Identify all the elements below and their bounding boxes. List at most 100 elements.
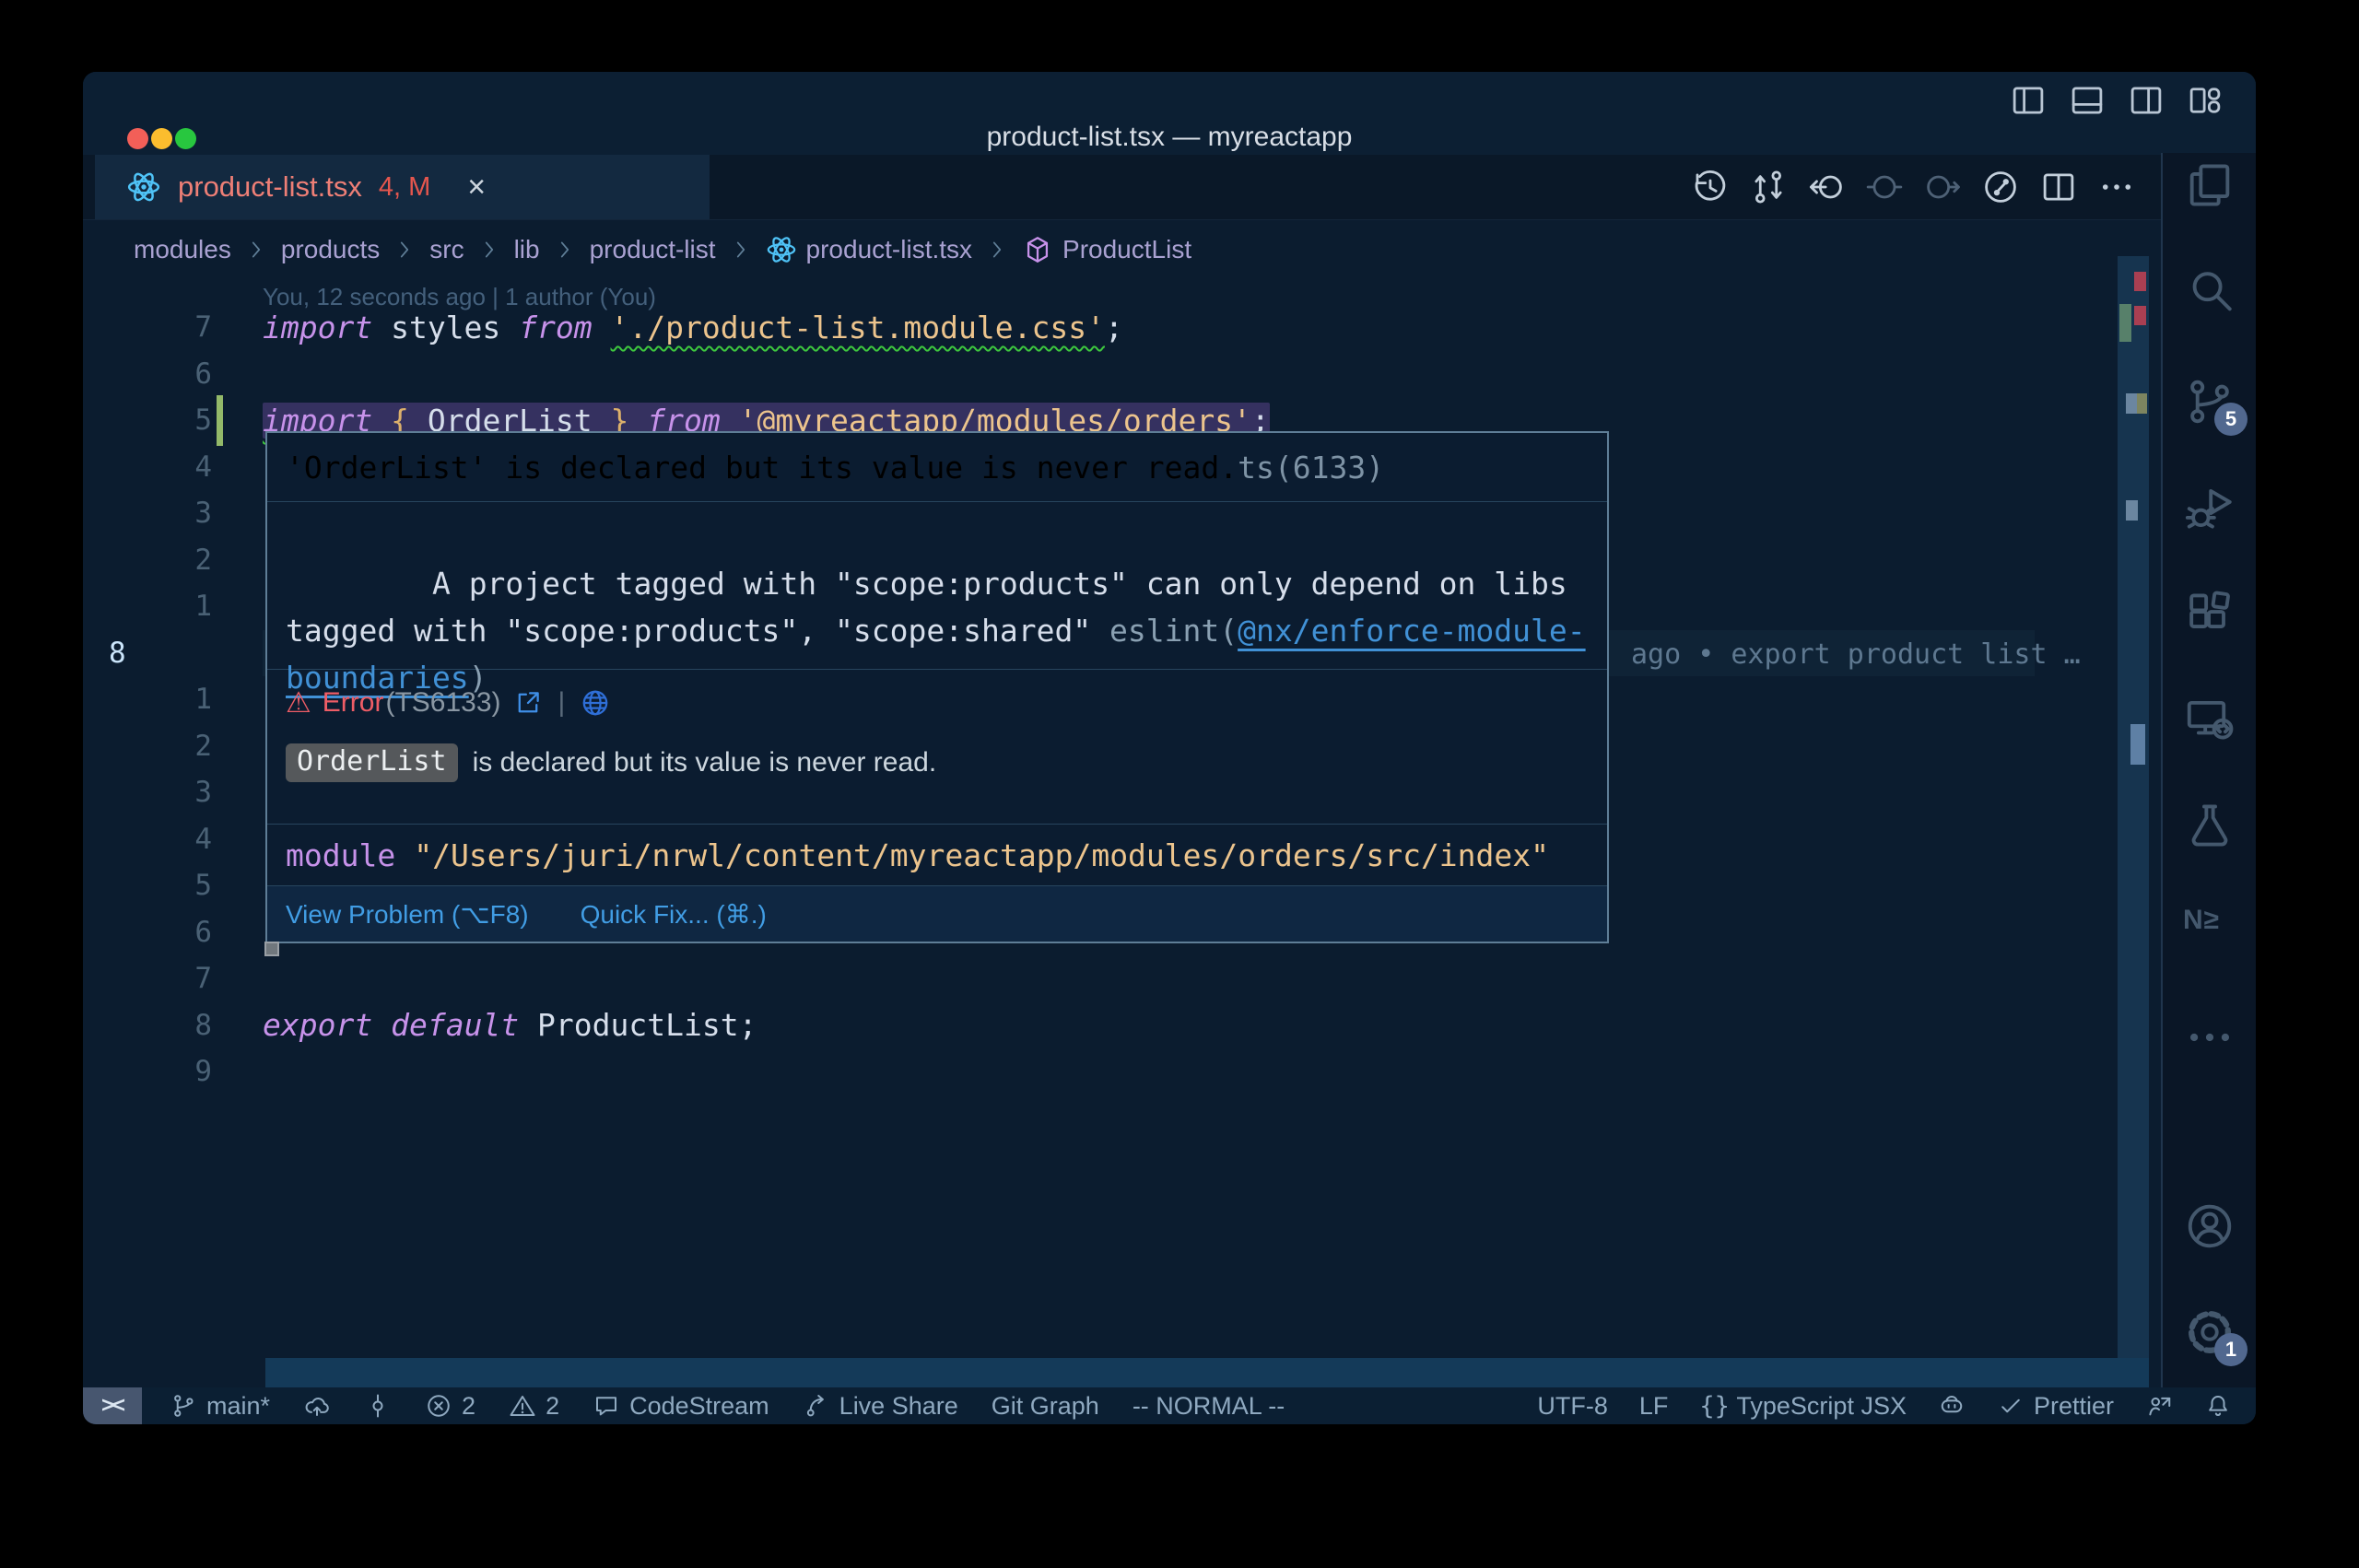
status-item-git-commit[interactable]	[364, 1392, 392, 1420]
status-item-label: Live Share	[839, 1392, 958, 1421]
warning-icon	[509, 1392, 536, 1420]
status-item-normal[interactable]: -- NORMAL --	[1133, 1392, 1285, 1421]
compare-changes-icon[interactable]	[1749, 168, 1788, 206]
extensions-icon[interactable]	[2183, 587, 2236, 640]
breadcrumb-item-products[interactable]: products	[281, 235, 380, 264]
line-number: 2	[83, 544, 212, 577]
status-item-copilot[interactable]	[1938, 1392, 1966, 1420]
next-change-icon[interactable]	[1923, 168, 1962, 206]
code-text: export default ProductList;	[263, 1007, 757, 1043]
status-item-codestream[interactable]: CodeStream	[593, 1392, 769, 1421]
window-title: product-list.tsx — myreactapp	[83, 122, 2256, 153]
react-icon	[126, 170, 161, 205]
overview-ruler[interactable]	[2118, 256, 2149, 1378]
search-icon[interactable]	[2183, 264, 2236, 318]
tab-bar: product-list.tsx 4, M ×	[83, 155, 2256, 220]
breadcrumb-item-product-list[interactable]: product-list	[590, 235, 716, 264]
code-token: import	[263, 310, 372, 345]
close-icon[interactable]: ×	[467, 171, 486, 203]
codestream-icon	[593, 1392, 620, 1420]
code-token	[372, 1007, 391, 1043]
gutter-modified-indicator	[217, 395, 223, 446]
status-item-utf-8[interactable]: UTF-8	[1537, 1392, 1608, 1421]
code-line[interactable]: 7	[83, 955, 2256, 1002]
code-token: './product-list.module.css'	[611, 310, 1105, 345]
breadcrumb-item-src[interactable]: src	[429, 235, 464, 264]
customize-layout-icon[interactable]	[2186, 81, 2224, 120]
toggle-primary-sidebar-icon[interactable]	[2009, 81, 2048, 120]
error-label: Error	[323, 687, 384, 719]
quick-fix-action[interactable]: Quick Fix... (⌘.)	[581, 899, 767, 930]
view-problem-action[interactable]: View Problem (⌥F8)	[286, 899, 529, 930]
symbol-chip: OrderList	[286, 743, 458, 782]
hover-actions-row: View Problem (⌥F8) Quick Fix... (⌘.)	[267, 886, 1607, 942]
breadcrumb-item-lib[interactable]: lib	[514, 235, 540, 264]
globe-icon[interactable]	[580, 687, 611, 719]
scrollbar-slider[interactable]	[2130, 724, 2145, 765]
toggle-panel-icon[interactable]	[2068, 81, 2107, 120]
code-token: styles	[372, 310, 519, 345]
status-item-feedback[interactable]	[2145, 1392, 2173, 1420]
editor-pane[interactable]: You, 12 seconds ago | 1 author (You) 7im…	[83, 279, 2256, 1358]
status-item-2[interactable]: 2	[425, 1392, 475, 1421]
remote-explorer-icon[interactable]	[2183, 693, 2236, 746]
split-editor-icon[interactable]	[2039, 168, 2078, 206]
hover-message-ts: 'OrderList' is declared but its value is…	[267, 433, 1607, 502]
accounts-icon[interactable]	[2183, 1199, 2236, 1253]
code-line[interactable]: 8export default ProductList;	[83, 1002, 2256, 1049]
explorer-icon[interactable]	[2183, 158, 2236, 212]
chevron-right-icon	[477, 238, 501, 262]
react-icon	[766, 234, 797, 265]
line-number: 5	[83, 404, 212, 437]
activity-bar: 5 N≥ 1	[2161, 153, 2256, 1387]
remote-indicator[interactable]: ><	[83, 1387, 142, 1424]
status-item-live-share[interactable]: Live Share	[803, 1392, 958, 1421]
code-line[interactable]: 9	[83, 1048, 2256, 1095]
breadcrumb-item-productlist[interactable]: ProductList	[1022, 234, 1191, 265]
nx-console-icon[interactable]: N≥	[2183, 905, 2236, 958]
status-item-git-graph[interactable]: Git Graph	[992, 1392, 1099, 1421]
line-number: 6	[83, 357, 212, 391]
status-item-bell[interactable]	[2204, 1392, 2232, 1420]
external-link-icon[interactable]	[512, 687, 544, 719]
toggle-secondary-sidebar-icon[interactable]	[2127, 81, 2165, 120]
cloud-upload-icon	[303, 1392, 331, 1420]
status-item-cloud-upload[interactable]	[303, 1392, 331, 1420]
status-item-lf[interactable]: LF	[1639, 1392, 1669, 1421]
settings-icon[interactable]: 1	[2183, 1305, 2236, 1359]
feedback-icon	[2145, 1392, 2173, 1420]
diagnostic-hover: 'OrderList' is declared but its value is…	[265, 431, 1609, 943]
error-detail-row: OrderList is declared but its value is n…	[286, 743, 1589, 782]
timeline-history-icon[interactable]	[1691, 168, 1730, 206]
status-item-2[interactable]: 2	[509, 1392, 559, 1421]
source-control-icon[interactable]: 5	[2183, 375, 2236, 428]
source-control-badge: 5	[2214, 403, 2248, 436]
more-actions-icon[interactable]	[2097, 168, 2136, 206]
code-line[interactable]: 7import styles from './product-list.modu…	[83, 304, 2256, 351]
status-item-prettier[interactable]: Prettier	[1997, 1392, 2114, 1421]
navigate-back-icon[interactable]	[1807, 168, 1846, 206]
hover-resize-grip[interactable]	[264, 942, 279, 956]
code-line[interactable]: 6	[83, 351, 2256, 398]
status-item-typescript-jsx[interactable]: {}TypeScript JSX	[1699, 1392, 1907, 1421]
module-path: "/Users/juri/nrwl/content/myreactapp/mod…	[414, 837, 1549, 873]
horizontal-scrollbar[interactable]	[265, 1358, 2149, 1387]
breadcrumb-item-product-list-tsx[interactable]: product-list.tsx	[766, 234, 973, 265]
run-debug-icon[interactable]	[2183, 481, 2236, 534]
testing-icon[interactable]	[2183, 799, 2236, 852]
line-number: 9	[83, 1055, 212, 1088]
breadcrumb-label: lib	[514, 235, 540, 264]
previous-change-icon[interactable]	[1865, 168, 1904, 206]
warning-mark	[2137, 393, 2147, 414]
code-token: export	[263, 1007, 372, 1043]
open-changes-icon[interactable]	[1981, 168, 2020, 206]
breadcrumb-item-modules[interactable]: modules	[134, 235, 231, 264]
git-commit-icon	[364, 1392, 392, 1420]
hover-message-source: ts(6133)	[1238, 450, 1384, 486]
line-number: 4	[83, 451, 212, 484]
more-views-icon[interactable]	[2183, 1011, 2236, 1064]
status-item-main[interactable]: main*	[170, 1392, 270, 1421]
breadcrumb-label: modules	[134, 235, 231, 264]
tab-product-list[interactable]: product-list.tsx 4, M ×	[95, 155, 710, 219]
line-number: 8	[83, 637, 212, 670]
